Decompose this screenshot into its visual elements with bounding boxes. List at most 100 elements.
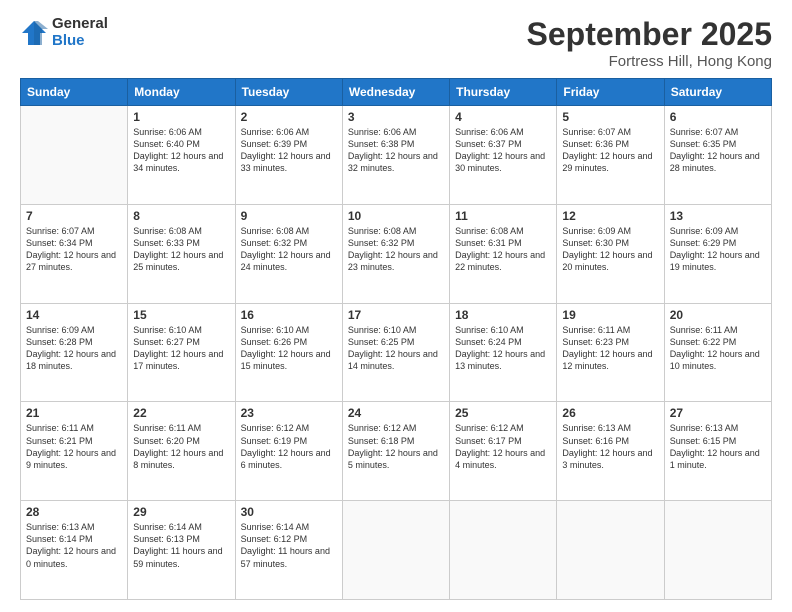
logo: General Blue bbox=[20, 16, 108, 49]
cell-text: Sunrise: 6:08 AMSunset: 6:32 PMDaylight:… bbox=[241, 225, 337, 274]
day-number: 11 bbox=[455, 209, 551, 223]
table-row: 9 Sunrise: 6:08 AMSunset: 6:32 PMDayligh… bbox=[235, 204, 342, 303]
day-number: 23 bbox=[241, 406, 337, 420]
cell-text: Sunrise: 6:06 AMSunset: 6:37 PMDaylight:… bbox=[455, 126, 551, 175]
calendar-week-row: 21 Sunrise: 6:11 AMSunset: 6:21 PMDaylig… bbox=[21, 402, 772, 501]
table-row: 3 Sunrise: 6:06 AMSunset: 6:38 PMDayligh… bbox=[342, 106, 449, 205]
page: General Blue September 2025 Fortress Hil… bbox=[0, 0, 792, 612]
calendar-week-row: 7 Sunrise: 6:07 AMSunset: 6:34 PMDayligh… bbox=[21, 204, 772, 303]
day-number: 2 bbox=[241, 110, 337, 124]
calendar-header-row: Sunday Monday Tuesday Wednesday Thursday… bbox=[21, 79, 772, 106]
cell-text: Sunrise: 6:07 AMSunset: 6:36 PMDaylight:… bbox=[562, 126, 658, 175]
table-row: 12 Sunrise: 6:09 AMSunset: 6:30 PMDaylig… bbox=[557, 204, 664, 303]
header-monday: Monday bbox=[128, 79, 235, 106]
table-row: 24 Sunrise: 6:12 AMSunset: 6:18 PMDaylig… bbox=[342, 402, 449, 501]
table-row: 6 Sunrise: 6:07 AMSunset: 6:35 PMDayligh… bbox=[664, 106, 771, 205]
cell-text: Sunrise: 6:14 AMSunset: 6:13 PMDaylight:… bbox=[133, 521, 229, 570]
cell-text: Sunrise: 6:09 AMSunset: 6:29 PMDaylight:… bbox=[670, 225, 766, 274]
logo-icon bbox=[20, 19, 48, 47]
header-tuesday: Tuesday bbox=[235, 79, 342, 106]
logo-blue: Blue bbox=[52, 33, 108, 50]
cell-text: Sunrise: 6:12 AMSunset: 6:19 PMDaylight:… bbox=[241, 422, 337, 471]
cell-text: Sunrise: 6:09 AMSunset: 6:28 PMDaylight:… bbox=[26, 324, 122, 373]
cell-text: Sunrise: 6:09 AMSunset: 6:30 PMDaylight:… bbox=[562, 225, 658, 274]
day-number: 5 bbox=[562, 110, 658, 124]
cell-text: Sunrise: 6:14 AMSunset: 6:12 PMDaylight:… bbox=[241, 521, 337, 570]
cell-text: Sunrise: 6:12 AMSunset: 6:17 PMDaylight:… bbox=[455, 422, 551, 471]
cell-text: Sunrise: 6:10 AMSunset: 6:24 PMDaylight:… bbox=[455, 324, 551, 373]
day-number: 22 bbox=[133, 406, 229, 420]
day-number: 12 bbox=[562, 209, 658, 223]
table-row: 29 Sunrise: 6:14 AMSunset: 6:13 PMDaylig… bbox=[128, 501, 235, 600]
day-number: 18 bbox=[455, 308, 551, 322]
table-row: 27 Sunrise: 6:13 AMSunset: 6:15 PMDaylig… bbox=[664, 402, 771, 501]
day-number: 19 bbox=[562, 308, 658, 322]
table-row bbox=[557, 501, 664, 600]
cell-text: Sunrise: 6:08 AMSunset: 6:32 PMDaylight:… bbox=[348, 225, 444, 274]
day-number: 1 bbox=[133, 110, 229, 124]
table-row: 26 Sunrise: 6:13 AMSunset: 6:16 PMDaylig… bbox=[557, 402, 664, 501]
day-number: 7 bbox=[26, 209, 122, 223]
table-row bbox=[450, 501, 557, 600]
header-friday: Friday bbox=[557, 79, 664, 106]
day-number: 3 bbox=[348, 110, 444, 124]
day-number: 16 bbox=[241, 308, 337, 322]
table-row: 13 Sunrise: 6:09 AMSunset: 6:29 PMDaylig… bbox=[664, 204, 771, 303]
calendar-week-row: 14 Sunrise: 6:09 AMSunset: 6:28 PMDaylig… bbox=[21, 303, 772, 402]
header-thursday: Thursday bbox=[450, 79, 557, 106]
table-row: 17 Sunrise: 6:10 AMSunset: 6:25 PMDaylig… bbox=[342, 303, 449, 402]
cell-text: Sunrise: 6:08 AMSunset: 6:33 PMDaylight:… bbox=[133, 225, 229, 274]
table-row bbox=[342, 501, 449, 600]
table-row: 2 Sunrise: 6:06 AMSunset: 6:39 PMDayligh… bbox=[235, 106, 342, 205]
day-number: 30 bbox=[241, 505, 337, 519]
day-number: 27 bbox=[670, 406, 766, 420]
title-block: September 2025 Fortress Hill, Hong Kong bbox=[527, 16, 772, 70]
day-number: 9 bbox=[241, 209, 337, 223]
cell-text: Sunrise: 6:10 AMSunset: 6:26 PMDaylight:… bbox=[241, 324, 337, 373]
header-wednesday: Wednesday bbox=[342, 79, 449, 106]
table-row: 30 Sunrise: 6:14 AMSunset: 6:12 PMDaylig… bbox=[235, 501, 342, 600]
day-number: 20 bbox=[670, 308, 766, 322]
cell-text: Sunrise: 6:13 AMSunset: 6:14 PMDaylight:… bbox=[26, 521, 122, 570]
day-number: 4 bbox=[455, 110, 551, 124]
day-number: 6 bbox=[670, 110, 766, 124]
logo-text: General Blue bbox=[52, 16, 108, 49]
table-row: 7 Sunrise: 6:07 AMSunset: 6:34 PMDayligh… bbox=[21, 204, 128, 303]
title-month: September 2025 bbox=[527, 16, 772, 53]
header-sunday: Sunday bbox=[21, 79, 128, 106]
title-location: Fortress Hill, Hong Kong bbox=[527, 53, 772, 70]
table-row: 22 Sunrise: 6:11 AMSunset: 6:20 PMDaylig… bbox=[128, 402, 235, 501]
day-number: 10 bbox=[348, 209, 444, 223]
table-row: 20 Sunrise: 6:11 AMSunset: 6:22 PMDaylig… bbox=[664, 303, 771, 402]
table-row: 28 Sunrise: 6:13 AMSunset: 6:14 PMDaylig… bbox=[21, 501, 128, 600]
cell-text: Sunrise: 6:08 AMSunset: 6:31 PMDaylight:… bbox=[455, 225, 551, 274]
day-number: 26 bbox=[562, 406, 658, 420]
table-row: 4 Sunrise: 6:06 AMSunset: 6:37 PMDayligh… bbox=[450, 106, 557, 205]
cell-text: Sunrise: 6:06 AMSunset: 6:39 PMDaylight:… bbox=[241, 126, 337, 175]
table-row: 14 Sunrise: 6:09 AMSunset: 6:28 PMDaylig… bbox=[21, 303, 128, 402]
cell-text: Sunrise: 6:12 AMSunset: 6:18 PMDaylight:… bbox=[348, 422, 444, 471]
table-row: 15 Sunrise: 6:10 AMSunset: 6:27 PMDaylig… bbox=[128, 303, 235, 402]
cell-text: Sunrise: 6:11 AMSunset: 6:21 PMDaylight:… bbox=[26, 422, 122, 471]
table-row bbox=[664, 501, 771, 600]
table-row: 18 Sunrise: 6:10 AMSunset: 6:24 PMDaylig… bbox=[450, 303, 557, 402]
day-number: 17 bbox=[348, 308, 444, 322]
table-row: 1 Sunrise: 6:06 AMSunset: 6:40 PMDayligh… bbox=[128, 106, 235, 205]
cell-text: Sunrise: 6:06 AMSunset: 6:38 PMDaylight:… bbox=[348, 126, 444, 175]
day-number: 8 bbox=[133, 209, 229, 223]
table-row: 10 Sunrise: 6:08 AMSunset: 6:32 PMDaylig… bbox=[342, 204, 449, 303]
table-row: 16 Sunrise: 6:10 AMSunset: 6:26 PMDaylig… bbox=[235, 303, 342, 402]
calendar-week-row: 28 Sunrise: 6:13 AMSunset: 6:14 PMDaylig… bbox=[21, 501, 772, 600]
header: General Blue September 2025 Fortress Hil… bbox=[20, 16, 772, 70]
cell-text: Sunrise: 6:06 AMSunset: 6:40 PMDaylight:… bbox=[133, 126, 229, 175]
logo-general: General bbox=[52, 16, 108, 33]
day-number: 13 bbox=[670, 209, 766, 223]
cell-text: Sunrise: 6:13 AMSunset: 6:16 PMDaylight:… bbox=[562, 422, 658, 471]
day-number: 28 bbox=[26, 505, 122, 519]
table-row bbox=[21, 106, 128, 205]
day-number: 15 bbox=[133, 308, 229, 322]
day-number: 21 bbox=[26, 406, 122, 420]
calendar-week-row: 1 Sunrise: 6:06 AMSunset: 6:40 PMDayligh… bbox=[21, 106, 772, 205]
table-row: 21 Sunrise: 6:11 AMSunset: 6:21 PMDaylig… bbox=[21, 402, 128, 501]
header-saturday: Saturday bbox=[664, 79, 771, 106]
